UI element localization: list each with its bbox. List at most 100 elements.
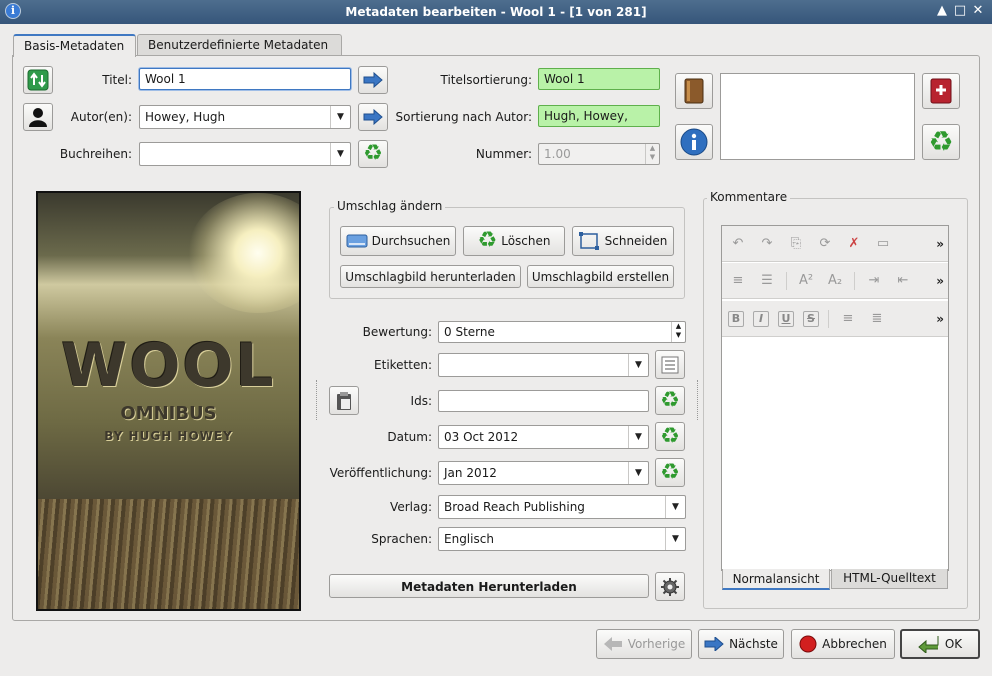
ids-input[interactable]: [438, 390, 649, 412]
splitter-handle-right[interactable]: [697, 380, 699, 420]
ordered-list-icon[interactable]: ≡: [728, 271, 748, 291]
delete-cover-button[interactable]: ♻ Löschen: [463, 226, 565, 256]
published-label: Veröffentlichung:: [329, 466, 432, 480]
chevron-down-icon: ▼: [628, 354, 648, 376]
cover-subtitle: OMNIBUS: [120, 403, 217, 424]
copy-title-to-sort-button[interactable]: [358, 66, 388, 94]
browse-cover-button[interactable]: Durchsuchen: [340, 226, 456, 256]
indent-icon[interactable]: ⇥: [864, 271, 884, 291]
tab-html-source[interactable]: HTML-Quelltext: [831, 569, 948, 589]
align-center-icon[interactable]: ≣: [867, 309, 887, 329]
date-label: Datum:: [387, 430, 432, 444]
generate-cover-button[interactable]: Umschlagbild erstellen: [527, 265, 674, 288]
cover-light: [188, 193, 299, 313]
book-info-button[interactable]: [675, 124, 713, 160]
view-book-formats-button[interactable]: [675, 73, 713, 109]
toolbar-separator: [828, 309, 829, 328]
cover-author: BY HUGH HOWEY: [104, 429, 233, 443]
keep-above-button[interactable]: ▲: [934, 3, 950, 19]
swap-arrows-icon: [27, 69, 49, 91]
recycle-icon: ♻: [660, 387, 680, 413]
clear-date-button[interactable]: ♻: [655, 422, 685, 451]
spin-arrows-icon[interactable]: ▲ ▼: [671, 322, 685, 342]
tags-combo[interactable]: ▼: [438, 353, 649, 377]
publisher-label: Verlag:: [390, 500, 432, 514]
clear-ids-button[interactable]: ♻: [655, 386, 685, 415]
publisher-combo[interactable]: Broad Reach Publishing ▼: [438, 495, 686, 519]
refresh-icon[interactable]: ⟳: [815, 234, 835, 254]
tab-normal-view[interactable]: Normalansicht: [722, 569, 830, 590]
editor-toolbar-3: B I U S ≡ ≣ »: [722, 301, 948, 337]
previous-button[interactable]: Vorherige: [596, 629, 692, 659]
series-number-spinbox[interactable]: 1.00 ▲ ▼: [538, 143, 660, 165]
outdent-icon[interactable]: ⇤: [893, 271, 913, 291]
arrow-right-icon: [363, 72, 383, 88]
clear-published-button[interactable]: ♻: [655, 458, 685, 487]
align-left-icon[interactable]: ≡: [838, 309, 858, 329]
toolbar-more-icon[interactable]: »: [936, 312, 944, 326]
paste-icon[interactable]: ▭: [873, 234, 893, 254]
authors-label: Autor(en):: [70, 110, 132, 124]
ok-button[interactable]: OK: [900, 629, 980, 659]
close-button[interactable]: ✕: [970, 3, 986, 19]
copy-author-to-sort-button[interactable]: [358, 103, 388, 131]
bold-icon[interactable]: B: [728, 310, 744, 327]
date-combo[interactable]: 03 Oct 2012 ▼: [438, 425, 649, 449]
strikethrough-icon[interactable]: S: [803, 310, 819, 327]
subscript-icon[interactable]: A₂: [825, 271, 845, 291]
clear-series-button[interactable]: ♻: [358, 140, 388, 168]
series-combo[interactable]: ▼: [139, 142, 351, 166]
toolbar-more-icon[interactable]: »: [936, 274, 944, 288]
spin-arrows-icon[interactable]: ▲ ▼: [645, 144, 659, 164]
title-label: Titel:: [102, 73, 132, 87]
add-book-icon: [930, 78, 952, 104]
superscript-icon[interactable]: A²: [796, 271, 816, 291]
copy-icon[interactable]: ⎘: [786, 234, 806, 254]
rating-spinbox[interactable]: 0 Sterne ▲ ▼: [438, 321, 686, 343]
author-sort-input[interactable]: Hugh, Howey,: [538, 105, 660, 127]
download-metadata-button[interactable]: Metadaten Herunterladen: [329, 574, 649, 598]
undo-icon[interactable]: ↶: [728, 234, 748, 254]
remove-format-button[interactable]: ♻: [922, 124, 960, 160]
cancel-button[interactable]: Abbrechen: [791, 629, 895, 659]
download-cover-button[interactable]: Umschlagbild herunterladen: [340, 265, 521, 288]
list-icon: [661, 356, 679, 373]
italic-icon[interactable]: I: [753, 310, 769, 327]
manage-authors-button[interactable]: [23, 103, 53, 131]
info-icon: [680, 128, 708, 156]
add-format-button[interactable]: [922, 73, 960, 109]
authors-combo[interactable]: Howey, Hugh ▼: [139, 105, 351, 129]
next-button[interactable]: Nächste: [698, 629, 784, 659]
metadata-sources-button[interactable]: [655, 572, 685, 601]
published-combo[interactable]: Jan 2012 ▼: [438, 461, 649, 485]
trim-cover-button[interactable]: Schneiden: [572, 226, 674, 256]
splitter-handle-left[interactable]: [316, 380, 318, 420]
author-sort-label: Sortierung nach Autor:: [395, 110, 533, 124]
formats-list[interactable]: [720, 73, 915, 160]
tab-custom-metadata[interactable]: Benutzerdefinierte Metadaten: [137, 34, 342, 56]
cover-group-title: Umschlag ändern: [334, 199, 446, 213]
comments-group-title: Kommentare: [707, 190, 791, 204]
underline-icon[interactable]: U: [778, 310, 794, 327]
toolbar-more-icon[interactable]: »: [936, 237, 944, 251]
cover-image[interactable]: WOOL OMNIBUS BY HUGH HOWEY: [36, 191, 301, 611]
tab-basic-metadata[interactable]: Basis-Metadaten: [13, 34, 136, 57]
person-icon: [29, 108, 47, 127]
book-icon: [684, 78, 704, 104]
unordered-list-icon[interactable]: ☰: [757, 271, 777, 291]
tag-editor-button[interactable]: [655, 350, 685, 379]
return-arrow-icon: [918, 636, 939, 653]
languages-combo[interactable]: Englisch ▼: [438, 527, 686, 551]
clear-format-icon[interactable]: ✗: [844, 234, 864, 254]
title-input[interactable]: Wool 1: [139, 68, 351, 90]
swap-title-author-button[interactable]: [23, 66, 53, 94]
number-label: Nummer:: [475, 147, 532, 161]
cover-ground: [38, 499, 299, 609]
stop-icon: [799, 635, 817, 653]
title-sort-input[interactable]: Wool 1: [538, 68, 660, 90]
title-sort-label: Titelsortierung:: [440, 73, 532, 87]
maximize-button[interactable]: □: [952, 3, 968, 19]
redo-icon[interactable]: ↷: [757, 234, 777, 254]
arrow-right-icon: [363, 109, 383, 125]
ids-label: Ids:: [410, 394, 432, 408]
